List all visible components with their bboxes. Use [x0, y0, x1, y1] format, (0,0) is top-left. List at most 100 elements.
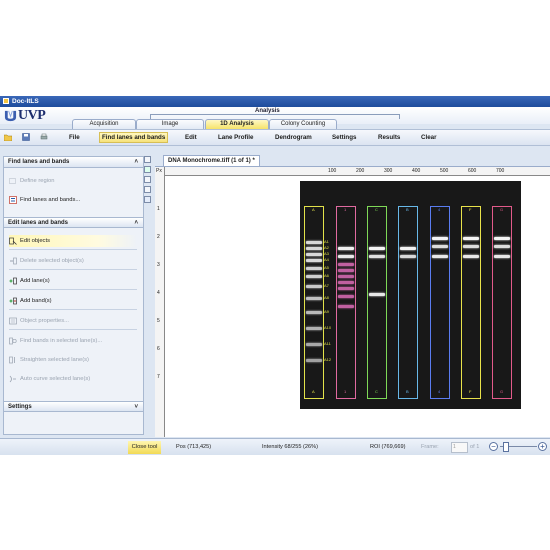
- gel-band[interactable]: [369, 293, 385, 296]
- tab-1d-analysis[interactable]: 1D Analysis: [205, 119, 269, 129]
- save-icon[interactable]: [22, 133, 30, 141]
- app-icon: [3, 98, 9, 104]
- gel-band[interactable]: [338, 275, 354, 278]
- menu-file[interactable]: File: [67, 133, 82, 142]
- close-tool-button[interactable]: Close tool: [128, 441, 161, 454]
- gel-band[interactable]: [494, 245, 510, 248]
- gel-band[interactable]: [306, 285, 322, 288]
- auto-curve-lane-button[interactable]: Auto curve selected lane(s): [9, 373, 137, 385]
- gel-band[interactable]: [306, 359, 322, 362]
- object-properties-button[interactable]: Object properties...: [9, 315, 137, 327]
- gel-lane[interactable]: [430, 206, 450, 399]
- ruler-tick: 600: [468, 168, 477, 174]
- marker-label: A8: [324, 295, 329, 300]
- gel-band[interactable]: [338, 305, 354, 308]
- menu-results[interactable]: Results: [376, 133, 402, 142]
- gel-lane[interactable]: [367, 206, 387, 399]
- frame-input[interactable]: 1: [451, 442, 468, 453]
- gel-band[interactable]: [338, 281, 354, 284]
- gel-band[interactable]: [338, 295, 354, 298]
- gel-band[interactable]: [369, 247, 385, 250]
- find-section-header[interactable]: Find lanes and bands ˄: [4, 157, 143, 168]
- find-bands-button[interactable]: Find bands in selected lane(s)...: [9, 335, 137, 347]
- menu-clear[interactable]: Clear: [419, 133, 438, 142]
- pan-icon[interactable]: [144, 186, 151, 193]
- auto-curve-icon: [9, 375, 16, 383]
- gel-band[interactable]: [306, 343, 322, 346]
- gel-band[interactable]: [463, 255, 479, 258]
- lane-label: 1: [344, 207, 347, 212]
- tab-image[interactable]: Image: [136, 119, 204, 129]
- tab-colony-counting[interactable]: Colony Counting: [269, 119, 337, 129]
- gel-lane[interactable]: [461, 206, 481, 399]
- gel-band[interactable]: [306, 267, 322, 270]
- gel-band[interactable]: [432, 245, 448, 248]
- zoom-slider-thumb[interactable]: [503, 442, 509, 452]
- gel-band[interactable]: [463, 237, 479, 240]
- add-lane-button[interactable]: Add lane(s): [9, 275, 137, 287]
- gel-lane[interactable]: [492, 206, 512, 399]
- gel-image[interactable]: A A 1 1 C C B B 4 4 F F G G A1 A2 A3 A4 A5 A6 A7 A8 A9 A10 A11 A1…: [300, 181, 521, 409]
- edit-objects-button[interactable]: Edit objects: [9, 235, 137, 247]
- tab-acquisition[interactable]: Acquisition: [72, 119, 136, 129]
- gel-band[interactable]: [494, 237, 510, 240]
- menu-settings[interactable]: Settings: [330, 133, 358, 142]
- select-icon[interactable]: [144, 176, 151, 183]
- gel-lane[interactable]: [336, 206, 356, 399]
- menu-edit[interactable]: Edit: [183, 133, 199, 142]
- collapse-chevron-icon[interactable]: ˄: [134, 218, 138, 229]
- edit-section-header[interactable]: Edit lanes and bands ˄: [4, 217, 143, 228]
- gel-band[interactable]: [432, 237, 448, 240]
- find-bands-label: Find bands in selected lane(s)...: [20, 338, 103, 344]
- gel-band[interactable]: [306, 311, 322, 314]
- define-region-button[interactable]: Define region: [9, 175, 137, 187]
- lane-label: B: [406, 389, 409, 394]
- gel-band[interactable]: [306, 275, 322, 278]
- menu-find-lanes-and-bands[interactable]: Find lanes and bands: [99, 132, 169, 143]
- gel-lane[interactable]: [398, 206, 418, 399]
- gel-band[interactable]: [306, 253, 322, 256]
- collapse-chevron-icon[interactable]: ˄: [134, 157, 138, 168]
- gel-band[interactable]: [306, 297, 322, 300]
- add-band-button[interactable]: Add band(s): [9, 295, 137, 307]
- gel-band[interactable]: [400, 247, 416, 250]
- delete-selected-button[interactable]: Delete selected object(s): [9, 255, 137, 267]
- image-canvas[interactable]: 100 200 300 400 500 600 700 Px 1 2 3 4 5…: [155, 166, 550, 437]
- ruler-unit-label: Px: [156, 168, 162, 174]
- fit-icon[interactable]: [144, 166, 151, 173]
- zoom-out-icon[interactable]: −: [489, 442, 498, 451]
- gel-band[interactable]: [338, 255, 354, 258]
- gel-band[interactable]: [400, 255, 416, 258]
- menu-lane-profile[interactable]: Lane Profile: [216, 133, 255, 142]
- gel-band[interactable]: [432, 255, 448, 258]
- gel-band[interactable]: [338, 269, 354, 272]
- gel-band[interactable]: [338, 287, 354, 290]
- marker-label: A10: [324, 325, 332, 330]
- zoom-in-icon[interactable]: +: [538, 442, 547, 451]
- gel-band[interactable]: [306, 247, 322, 250]
- gel-band[interactable]: [338, 247, 354, 250]
- find-lanes-and-bands-button[interactable]: Find lanes and bands...: [9, 194, 137, 206]
- gel-band[interactable]: [338, 263, 354, 266]
- expand-chevron-icon[interactable]: ˅: [134, 402, 138, 413]
- gel-band[interactable]: [306, 327, 322, 330]
- gel-band[interactable]: [494, 255, 510, 258]
- layers-icon[interactable]: [144, 196, 151, 203]
- gel-band[interactable]: [306, 259, 322, 262]
- ruler-tick: 300: [384, 168, 393, 174]
- gel-lane[interactable]: [304, 206, 324, 399]
- divider: [9, 249, 137, 250]
- zoom-icon[interactable]: [144, 156, 151, 163]
- straighten-lane-button[interactable]: Straighten selected lane(s): [9, 354, 137, 366]
- gel-band[interactable]: [369, 255, 385, 258]
- settings-section-header[interactable]: Settings ˅: [4, 401, 143, 412]
- edit-objects-label: Edit objects: [20, 238, 50, 244]
- ruler-tick: 6: [157, 346, 160, 352]
- menu-dendrogram[interactable]: Dendrogram: [273, 133, 314, 142]
- print-icon[interactable]: [40, 133, 48, 141]
- divider: [9, 269, 137, 270]
- gel-band[interactable]: [306, 241, 322, 244]
- add-lane-icon: [9, 277, 17, 285]
- gel-band[interactable]: [463, 245, 479, 248]
- open-folder-icon[interactable]: [4, 133, 12, 141]
